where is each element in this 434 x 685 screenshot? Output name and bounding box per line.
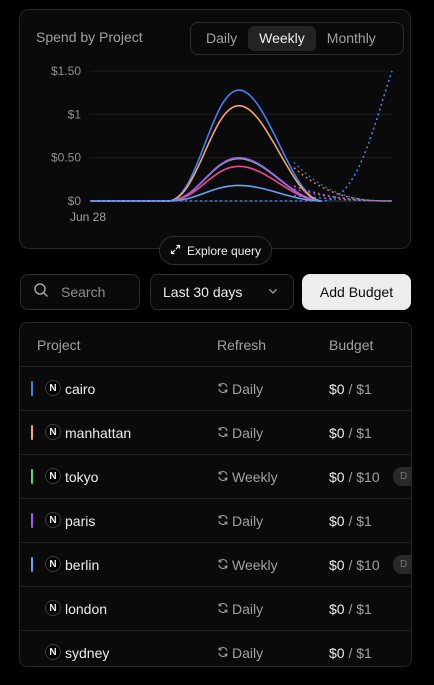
chevron-down-icon [267, 284, 279, 300]
spend-chart-card: Spend by Project Daily Weekly Monthly $1… [19, 9, 411, 249]
budget-spent: $0 [329, 513, 345, 529]
explore-query-button[interactable]: Explore query [159, 236, 273, 265]
table-row[interactable]: Nsydney Daily $0 / $1 [20, 631, 411, 666]
series-line [90, 104, 323, 202]
header-refresh: Refresh [217, 337, 267, 353]
search-box[interactable] [20, 274, 143, 310]
refresh-cell: Weekly [217, 469, 278, 485]
budget-limit: / $1 [348, 381, 372, 397]
project-color-indicator [31, 425, 33, 440]
date-range-select[interactable]: Last 30 days [150, 274, 294, 310]
y-tick-label: $1 [68, 107, 82, 121]
project-logo: N [45, 644, 61, 660]
budget-spent: $0 [329, 645, 345, 661]
project-color-indicator [31, 469, 33, 484]
budget-cell: $0 / $10 [329, 557, 380, 573]
refresh-label: Weekly [232, 469, 278, 485]
spend-line-chart: $1.50 $1 $0.50 $0 Jun 28 [51, 64, 393, 224]
project-color-indicator [31, 557, 33, 572]
project-name: berlin [65, 557, 100, 573]
refresh-cell: Daily [217, 425, 263, 441]
project-name: manhattan [65, 425, 132, 441]
refresh-icon [217, 469, 229, 485]
budget-spent: $0 [329, 381, 345, 397]
x-tick-label: Jun 28 [70, 210, 106, 224]
budget-limit: / $10 [348, 469, 380, 485]
refresh-label: Daily [232, 513, 264, 529]
table-row[interactable]: Nparis Daily $0 / $1 [20, 499, 411, 543]
header-project: Project [37, 337, 81, 353]
refresh-icon [217, 381, 229, 397]
project-logo: N [45, 556, 61, 572]
search-icon [33, 282, 49, 303]
refresh-icon [217, 557, 229, 573]
table-row[interactable]: Ncairo Daily $0 / $1 [20, 367, 411, 411]
refresh-cell: Weekly [217, 557, 278, 573]
search-input[interactable] [59, 283, 143, 301]
budget-spent: $0 [329, 601, 345, 617]
project-name: paris [65, 513, 96, 529]
table-row[interactable]: Ntokyo Weekly $0 / $10 D [20, 455, 411, 499]
project-logo: N [45, 512, 61, 528]
refresh-label: Daily [232, 381, 264, 397]
budget-cell: $0 / $1 [329, 645, 372, 661]
refresh-icon [217, 425, 229, 441]
budget-spent: $0 [329, 425, 345, 441]
budget-limit: / $10 [348, 557, 380, 573]
table-row[interactable]: Nmanhattan Daily $0 / $1 [20, 411, 411, 455]
refresh-icon [217, 645, 229, 661]
explore-query-label: Explore query [187, 243, 262, 258]
header-budget: Budget [329, 337, 374, 353]
project-name: tokyo [65, 469, 99, 485]
refresh-cell: Daily [217, 645, 263, 661]
refresh-cell: Daily [217, 381, 263, 397]
refresh-icon [217, 601, 229, 617]
add-budget-button[interactable]: Add Budget [302, 274, 411, 310]
refresh-label: Weekly [232, 557, 278, 573]
budget-cell: $0 / $1 [329, 513, 372, 529]
budget-table: Project Refresh Budget Ncairo Daily $0 / … [19, 322, 412, 667]
table-row[interactable]: Nberlin Weekly $0 / $10 D [20, 543, 411, 587]
budget-limit: / $1 [348, 513, 372, 529]
project-name: london [65, 601, 108, 617]
refresh-label: Daily [232, 645, 264, 661]
refresh-cell: Daily [217, 601, 263, 617]
project-logo: N [45, 380, 61, 396]
project-color-indicator [31, 513, 33, 528]
status-badge: D [393, 467, 411, 486]
status-badge: D [393, 555, 411, 574]
project-name: cairo [65, 381, 96, 397]
budget-cell: $0 / $1 [329, 425, 372, 441]
table-header: Project Refresh Budget [20, 323, 411, 367]
budget-limit: / $1 [348, 601, 372, 617]
budget-limit: / $1 [348, 645, 372, 661]
y-tick-label: $1.50 [51, 64, 81, 78]
refresh-label: Daily [232, 425, 264, 441]
table-row[interactable]: Nlondon Daily $0 / $1 [20, 587, 411, 631]
budget-limit: / $1 [348, 425, 372, 441]
budget-cell: $0 / $10 [329, 469, 380, 485]
y-tick-label: $0 [68, 194, 82, 208]
refresh-icon [217, 513, 229, 529]
project-color-indicator [31, 381, 33, 396]
project-name: sydney [65, 645, 110, 661]
budget-spent: $0 [329, 469, 345, 485]
project-logo: N [45, 468, 61, 484]
budget-cell: $0 / $1 [329, 381, 372, 397]
project-logo: N [45, 600, 61, 616]
expand-icon [170, 244, 181, 258]
y-tick-label: $0.50 [51, 151, 81, 165]
budget-spent: $0 [329, 557, 345, 573]
budget-cell: $0 / $1 [329, 601, 372, 617]
project-logo: N [45, 424, 61, 440]
refresh-cell: Daily [217, 513, 263, 529]
refresh-label: Daily [232, 601, 264, 617]
date-range-label: Last 30 days [163, 284, 243, 300]
